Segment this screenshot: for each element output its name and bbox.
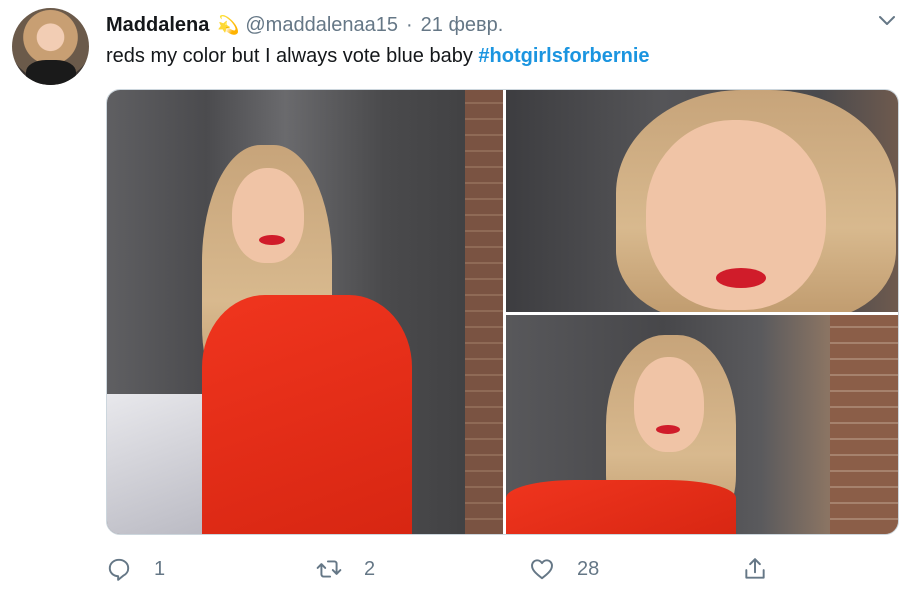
like-button[interactable]: 28	[529, 555, 599, 583]
like-count: 28	[577, 557, 600, 580]
red-dress-shape	[202, 295, 412, 534]
retweet-count: 2	[364, 557, 376, 580]
photo-1[interactable]	[107, 90, 503, 534]
face-shape	[634, 357, 704, 452]
author-name[interactable]: Maddalena	[106, 14, 209, 37]
separator-dot: ·	[406, 13, 413, 36]
tweet-header: Maddalena 💫 @maddalenaa15 · 21 февр.	[106, 12, 884, 38]
avatar-photo	[26, 60, 76, 85]
action-bar: 1 2 28	[106, 555, 899, 583]
chevron-down-icon[interactable]	[878, 12, 896, 30]
lips-shape	[716, 268, 766, 288]
share-button[interactable]	[742, 555, 768, 583]
hashtag-link[interactable]: #hotgirlsforbernie	[478, 45, 649, 67]
author-handle[interactable]: @maddalenaa15	[245, 14, 398, 37]
tweet-text: reds my color but I always vote blue bab…	[106, 45, 650, 68]
reply-count: 1	[154, 557, 166, 580]
lips-shape	[656, 425, 680, 434]
photo-2[interactable]	[506, 90, 898, 312]
tweet-date[interactable]: 21 февр.	[421, 14, 504, 37]
retweet-button[interactable]: 2	[316, 555, 375, 583]
reply-icon	[108, 558, 130, 581]
reply-button[interactable]: 1	[106, 555, 165, 583]
media-grid	[106, 89, 899, 535]
avatar[interactable]	[12, 8, 89, 85]
brick-wall-shape	[465, 90, 503, 534]
heart-icon	[531, 559, 553, 580]
photo-3[interactable]	[506, 315, 898, 534]
retweet-icon	[316, 560, 342, 578]
tweet-body: reds my color but I always vote blue bab…	[106, 45, 479, 67]
share-icon	[745, 558, 765, 579]
brick-wall-shape	[830, 315, 898, 534]
star-emoji-icon: 💫	[217, 14, 240, 35]
red-top-shape	[506, 480, 736, 534]
face-shape	[232, 168, 304, 263]
lips-shape	[259, 235, 285, 245]
